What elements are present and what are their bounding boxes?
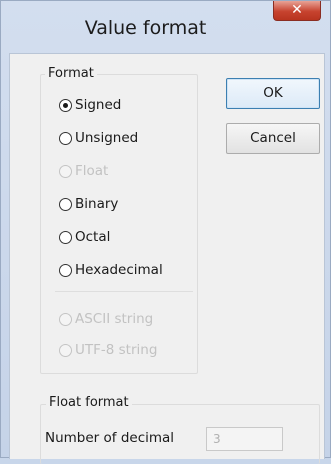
dialog-client-area: Format Signed Unsigned Float Binary Octa… [9,53,325,464]
value-format-dialog: Value format ✕ Format Signed Unsigned Fl… [0,0,331,464]
radio-unsigned-label: Unsigned [75,130,139,146]
number-of-decimal-input [206,427,283,451]
radio-binary[interactable]: Binary [59,194,118,214]
radio-ascii-string-indicator [59,312,72,326]
radio-hexadecimal[interactable]: Hexadecimal [59,260,163,280]
ok-button-label: OK [263,85,283,101]
radio-unsigned-indicator [59,131,72,145]
format-group-label: Format [45,66,97,81]
format-group [40,74,198,374]
radio-ascii-string: ASCII string [59,309,153,329]
radio-float-indicator [59,164,72,178]
radio-hexadecimal-indicator [59,263,72,277]
close-icon: ✕ [291,2,303,18]
cancel-button-label: Cancel [250,130,296,146]
group-divider [55,291,193,292]
close-button[interactable]: ✕ [273,1,321,21]
radio-octal-indicator [59,230,72,244]
cancel-button[interactable]: Cancel [226,123,320,154]
radio-float-label: Float [75,163,109,179]
float-format-group-label: Float format [46,395,132,410]
radio-utf8-string: UTF-8 string [59,340,157,360]
radio-utf8-string-indicator [59,343,72,357]
radio-signed-indicator [59,98,72,112]
radio-utf8-string-label: UTF-8 string [75,342,158,358]
number-of-decimal-label: Number of decimal [45,430,175,446]
dialog-title: Value format [84,17,207,39]
radio-ascii-string-label: ASCII string [75,311,154,327]
radio-unsigned[interactable]: Unsigned [59,128,138,148]
ok-button[interactable]: OK [226,78,320,109]
radio-signed[interactable]: Signed [59,95,121,115]
radio-signed-label: Signed [75,97,122,113]
radio-octal[interactable]: Octal [59,227,110,247]
radio-octal-label: Octal [75,229,111,245]
radio-binary-label: Binary [75,196,119,212]
radio-binary-indicator [59,197,72,211]
radio-hexadecimal-label: Hexadecimal [75,262,163,278]
radio-float: Float [59,161,108,181]
